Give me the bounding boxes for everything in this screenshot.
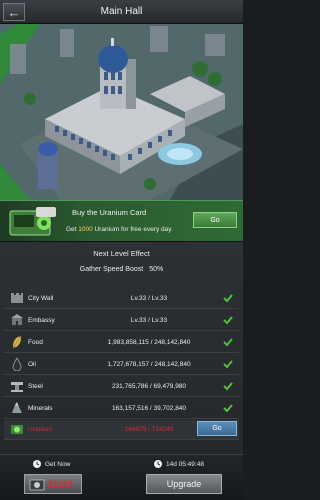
requirement-value: Lv.33 / Lv.33	[130, 295, 168, 302]
checkmark-icon	[223, 382, 233, 391]
uranium-card-description: Get 1000 Uranium for free every day.	[66, 226, 173, 233]
oil-icon	[12, 357, 22, 371]
uranium-card-icon	[9, 207, 56, 236]
requirement-label: Uranium	[28, 426, 53, 433]
uranium-card-go-button[interactable]: Go	[193, 212, 237, 228]
checkmark-icon	[223, 316, 233, 325]
effect-name: Gather Speed Boost	[79, 266, 144, 273]
page-title: Main Hall	[100, 6, 143, 17]
uranium-icon	[11, 425, 23, 434]
checkmark-icon	[223, 338, 233, 347]
steel-icon	[11, 382, 23, 392]
requirement-label: Embassy	[28, 317, 55, 324]
requirement-oil: Oil 1,727,678,157 / 248,142,840	[4, 355, 239, 375]
get-now-label: Get Now	[45, 461, 71, 468]
timer-clock-icon	[154, 460, 162, 468]
checkmark-icon	[223, 294, 233, 303]
uranium-go-button[interactable]: Go	[197, 421, 237, 436]
get-now-cost: 51203	[47, 479, 73, 489]
minerals-icon	[12, 402, 22, 413]
requirement-city-wall: City Wall Lv.33 / Lv.33	[4, 289, 239, 309]
get-now-button[interactable]: 51203	[24, 474, 82, 494]
requirement-embassy: Embassy Lv.33 / Lv.33	[4, 311, 239, 331]
requirement-uranium: Uranium 166679 / 714240 Go	[4, 420, 239, 440]
requirement-label: Steel	[28, 383, 43, 390]
requirement-value: 163,157,516 / 39,702,840	[111, 405, 187, 412]
requirement-label: Oil	[28, 361, 36, 368]
uranium-icon	[29, 479, 45, 491]
next-level-effect: Gather Speed Boost 50%	[0, 266, 243, 273]
main-hall-building-scene	[0, 24, 243, 200]
next-level-heading: Next Level Effect	[93, 249, 150, 258]
requirement-minerals: Minerals 163,157,516 / 39,702,840	[4, 399, 239, 419]
uranium-card-title: Buy the Uranium Card	[72, 208, 147, 217]
requirement-steel: Steel 231,765,786 / 69,479,980	[4, 377, 239, 397]
food-icon	[12, 335, 22, 349]
back-arrow-icon[interactable]: ←	[3, 3, 25, 21]
clock-icon	[33, 460, 41, 468]
requirement-value: Lv.33 / Lv.33	[130, 317, 168, 324]
uranium-card-amount: 1000	[78, 226, 93, 233]
requirement-value: 1,727,678,157 / 248,142,840	[107, 361, 191, 368]
upgrade-timer: 14d 05:49:48	[166, 461, 204, 468]
upgrade-button[interactable]: Upgrade	[146, 474, 222, 494]
requirement-value: 1,983,858,115 / 248,142,840	[107, 339, 191, 346]
requirement-label: Food	[28, 339, 43, 346]
requirement-label: Minerals	[28, 405, 53, 412]
wall-icon	[11, 293, 23, 303]
checkmark-icon	[223, 404, 233, 413]
requirement-value: 231,765,786 / 69,479,980	[111, 383, 187, 390]
checkmark-icon	[223, 360, 233, 369]
top-bar: ← Main Hall	[0, 0, 243, 24]
requirement-food: Food 1,983,858,115 / 248,142,840	[4, 333, 239, 353]
requirement-label: City Wall	[28, 295, 54, 302]
embassy-icon	[11, 314, 23, 325]
effect-value: 50%	[149, 266, 164, 273]
